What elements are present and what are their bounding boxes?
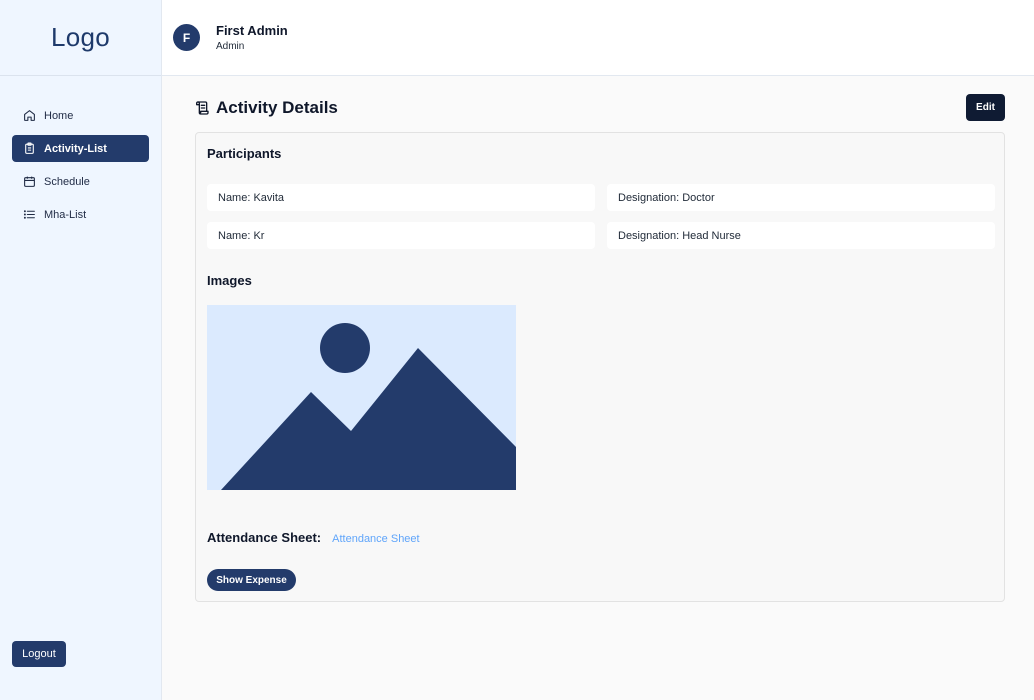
logout-button[interactable]: Logout — [12, 641, 66, 667]
page-title-row: Activity Details — [194, 98, 338, 118]
images-title: Images — [207, 273, 252, 288]
participants-list: Name: Kavita Designation: Doctor Name: K… — [207, 184, 995, 260]
participant-designation: Designation: Doctor — [607, 184, 995, 211]
user-role: Admin — [216, 41, 245, 52]
show-expense-button[interactable]: Show Expense — [207, 569, 296, 591]
sidebar-item-home[interactable]: Home — [12, 102, 149, 129]
sidebar-item-schedule[interactable]: Schedule — [12, 168, 149, 195]
image-placeholder-icon — [207, 305, 516, 490]
main-content: Activity Details Edit Participants Name:… — [162, 76, 1034, 700]
attendance-sheet-link[interactable]: Attendance Sheet — [332, 533, 419, 545]
calendar-icon — [23, 175, 36, 188]
scroll-icon — [194, 100, 210, 116]
participant-row: Name: Kr Designation: Head Nurse — [207, 222, 995, 249]
sidebar-item-activity-list[interactable]: Activity-List — [12, 135, 149, 162]
activity-details-card: Participants Name: Kavita Designation: D… — [195, 132, 1005, 602]
sidebar-item-label: Mha-List — [44, 208, 87, 221]
user-name: First Admin — [216, 23, 288, 38]
home-icon — [23, 109, 36, 122]
activity-image[interactable] — [207, 305, 516, 490]
attendance-label: Attendance Sheet: — [207, 530, 322, 545]
participant-row: Name: Kavita Designation: Doctor — [207, 184, 995, 211]
avatar[interactable]: F — [173, 24, 200, 51]
participant-name: Name: Kr — [207, 222, 595, 249]
logo-area: Logo — [0, 0, 161, 76]
participant-name: Name: Kavita — [207, 184, 595, 211]
participant-designation: Designation: Head Nurse — [607, 222, 995, 249]
sidebar-item-label: Home — [44, 109, 74, 122]
sidebar-item-label: Schedule — [44, 175, 90, 188]
top-header: F First Admin Admin — [162, 0, 1034, 76]
sidebar: Logo Home Activity-List Schedule Mha-Lis… — [0, 0, 162, 700]
participants-title: Participants — [207, 146, 282, 161]
attendance-row: Attendance Sheet: Attendance Sheet — [207, 530, 420, 545]
sidebar-item-mha-list[interactable]: Mha-List — [12, 201, 149, 228]
clipboard-icon — [23, 142, 36, 155]
sidebar-nav: Home Activity-List Schedule Mha-List — [12, 102, 149, 234]
list-icon — [23, 208, 36, 221]
logo[interactable]: Logo — [51, 22, 110, 53]
sidebar-item-label: Activity-List — [44, 142, 107, 155]
page-title: Activity Details — [216, 98, 338, 117]
edit-button[interactable]: Edit — [966, 94, 1005, 121]
